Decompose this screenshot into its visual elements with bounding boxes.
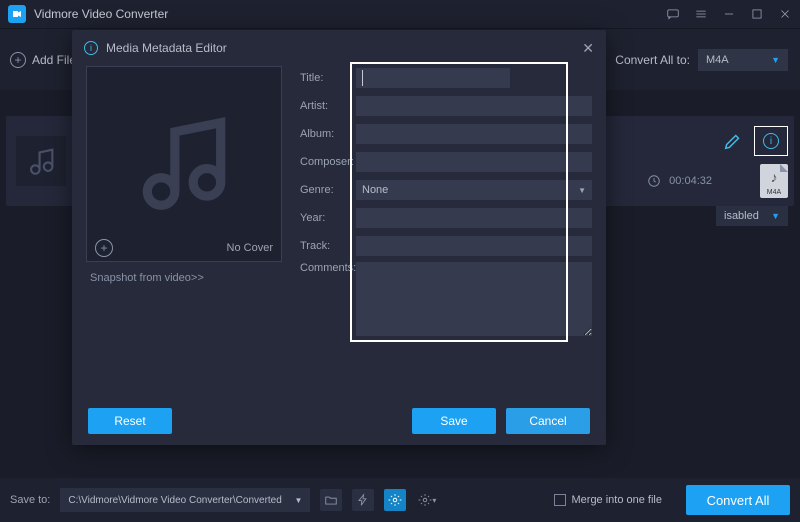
composer-input[interactable] [356, 152, 592, 172]
convert-all-to-label: Convert All to: [615, 53, 690, 67]
merge-label: Merge into one file [572, 494, 663, 506]
music-note-icon [129, 109, 239, 219]
file-thumb [16, 136, 66, 186]
menu-icon[interactable] [694, 7, 708, 21]
format-icon[interactable]: ♪ M4A [760, 164, 788, 198]
label-title: Title: [300, 72, 356, 84]
cover-art-box[interactable]: + No Cover [86, 66, 282, 262]
label-composer: Composer: [300, 156, 356, 168]
chevron-down-icon: ▼ [294, 496, 302, 505]
open-folder-button[interactable] [320, 489, 342, 511]
file-right-panel: i 00:04:32 ♪ M4A isabled ▼ [647, 112, 788, 226]
maximize-icon[interactable] [750, 7, 764, 21]
genre-value: None [362, 184, 388, 196]
subtitle-select[interactable]: isabled ▼ [716, 206, 788, 226]
modal-footer: Reset Save Cancel [72, 397, 606, 445]
text-cursor [362, 70, 363, 86]
subtitle-row: isabled ▼ [716, 206, 788, 226]
more-settings-button[interactable]: ▾ [416, 489, 438, 511]
genre-select[interactable]: None ▼ [356, 180, 592, 200]
settings-button[interactable] [384, 489, 406, 511]
convert-all-to: Convert All to: M4A ▼ [615, 49, 788, 71]
titlebar-controls [666, 7, 792, 21]
comments-input[interactable] [356, 262, 592, 336]
info-icon[interactable]: i [763, 133, 779, 149]
metadata-form: Title: Artist: Album: Composer: Genre: [300, 66, 592, 397]
label-comments: Comments: [300, 262, 356, 274]
save-button[interactable]: Save [412, 408, 496, 434]
modal-title: Media Metadata Editor [106, 41, 227, 55]
label-track: Track: [300, 240, 356, 252]
format-label: M4A [767, 189, 781, 196]
snapshot-from-video-link[interactable]: Snapshot from video>> [86, 272, 282, 284]
minimize-icon[interactable] [722, 7, 736, 21]
bottombar: Save to: C:\Vidmore\Vidmore Video Conver… [0, 478, 800, 522]
chevron-down-icon: ▼ [771, 55, 780, 65]
cover-column: + No Cover Snapshot from video>> [86, 66, 282, 397]
save-path-text: C:\Vidmore\Vidmore Video Converter\Conve… [68, 495, 281, 506]
label-album: Album: [300, 128, 356, 140]
app-title: Vidmore Video Converter [34, 7, 666, 21]
metadata-editor-modal: i Media Metadata Editor ✕ + No Cover Sna… [72, 30, 606, 445]
file-actions: i [722, 126, 788, 156]
year-input[interactable] [356, 208, 592, 228]
modal-header: i Media Metadata Editor ✕ [72, 30, 606, 66]
no-cover-label: No Cover [227, 242, 273, 254]
output-format-select[interactable]: M4A ▼ [698, 49, 788, 71]
add-cover-button[interactable]: + [95, 239, 113, 257]
chevron-down-icon: ▼ [771, 211, 780, 221]
clock-icon [647, 174, 661, 188]
track-input[interactable] [356, 236, 592, 256]
edit-icon[interactable] [722, 130, 744, 152]
subtitle-value: isabled [724, 210, 759, 222]
duration-text: 00:04:32 [669, 175, 712, 187]
title-input[interactable] [356, 68, 510, 88]
cancel-button[interactable]: Cancel [506, 408, 590, 434]
chevron-down-icon: ▼ [578, 186, 586, 195]
feedback-icon[interactable] [666, 7, 680, 21]
output-format-value: M4A [706, 54, 729, 66]
label-year: Year: [300, 212, 356, 224]
label-artist: Artist: [300, 100, 356, 112]
app-logo [8, 5, 26, 23]
album-input[interactable] [356, 124, 592, 144]
titlebar: Vidmore Video Converter [0, 0, 800, 28]
merge-checkbox[interactable] [554, 494, 566, 506]
info-icon: i [84, 41, 98, 55]
hardware-accel-button[interactable] [352, 489, 374, 511]
modal-body: + No Cover Snapshot from video>> Title: … [72, 66, 606, 397]
duration-row: 00:04:32 ♪ M4A [647, 164, 788, 198]
modal-close-icon[interactable]: ✕ [582, 40, 594, 57]
close-icon[interactable] [778, 7, 792, 21]
music-note-icon: ♪ [771, 169, 778, 185]
label-genre: Genre: [300, 184, 356, 196]
save-to-label: Save to: [10, 494, 50, 506]
plus-icon: + [10, 52, 26, 68]
metadata-info-highlight: i [754, 126, 788, 156]
merge-checkbox-row[interactable]: Merge into one file [554, 494, 663, 506]
artist-input[interactable] [356, 96, 592, 116]
reset-button[interactable]: Reset [88, 408, 172, 434]
convert-all-button[interactable]: Convert All [686, 485, 790, 515]
save-path-select[interactable]: C:\Vidmore\Vidmore Video Converter\Conve… [60, 488, 310, 512]
